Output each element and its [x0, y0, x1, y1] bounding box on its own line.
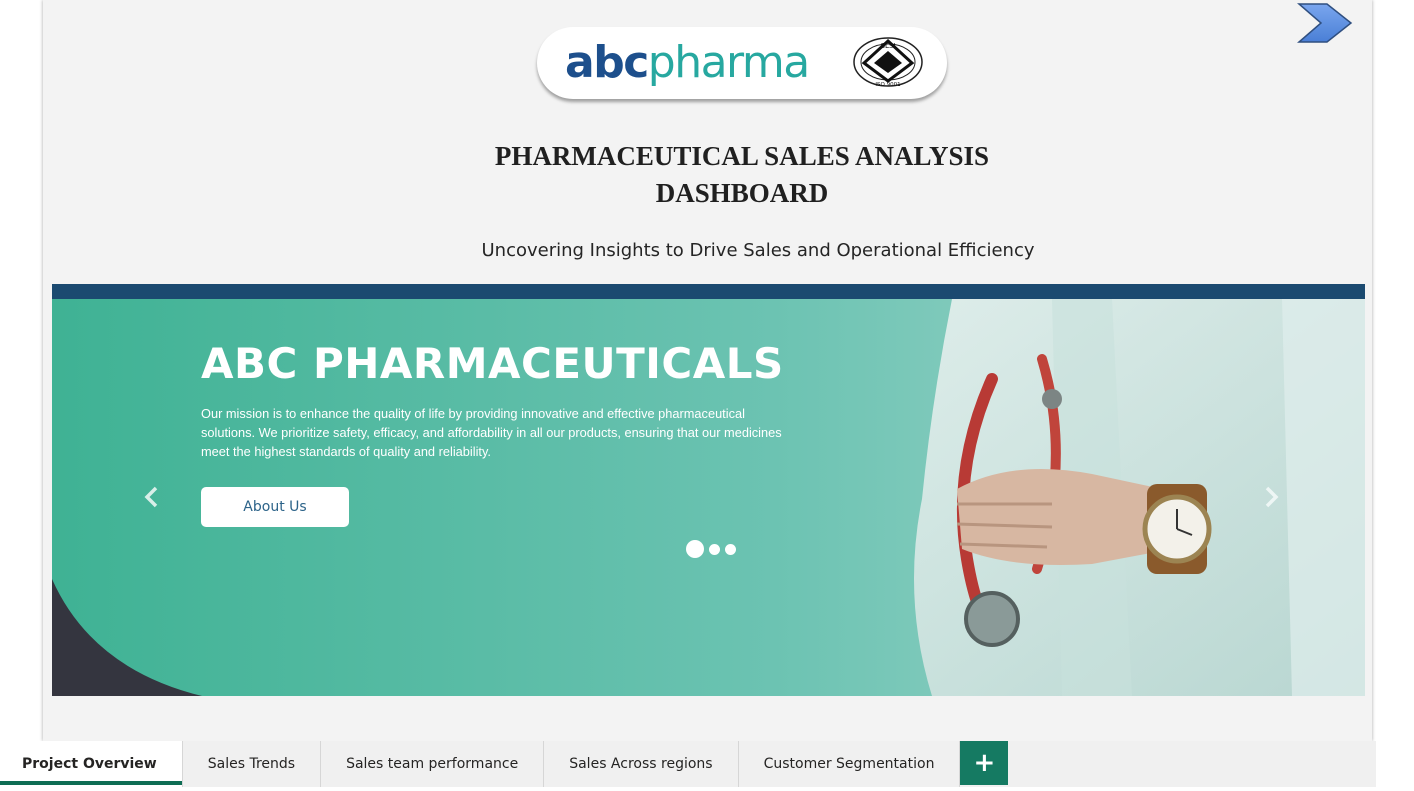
hero-banner: ABC PHARMACEUTICALS Our mission is to en…	[52, 284, 1365, 696]
logo-pharma-text: pharma	[647, 37, 810, 88]
tab-sales-team-performance[interactable]: Sales team performance	[321, 741, 545, 787]
title-line-2: DASHBOARD	[655, 178, 829, 208]
page-subtitle: Uncovering Insights to Drive Sales and O…	[481, 240, 1035, 261]
carousel-dot-2[interactable]	[709, 543, 720, 555]
title-line-1: PHARMACEUTICAL SALES ANALYSIS	[494, 141, 990, 171]
report-canvas: abcpharma SLSI ISO 9001 PHARMACEUTICAL S…	[0, 0, 1414, 791]
seal-text-top: SLSI	[881, 42, 896, 50]
carousel-dot-3[interactable]	[725, 543, 736, 555]
tab-project-overview[interactable]: Project Overview	[0, 741, 183, 787]
carousel-prev-chevron-left-icon[interactable]	[142, 484, 162, 510]
about-us-button[interactable]: About Us	[201, 487, 349, 527]
tab-sales-across-regions[interactable]: Sales Across regions	[544, 741, 739, 787]
carousel-dots	[686, 540, 736, 558]
tab-sales-trends[interactable]: Sales Trends	[182, 741, 322, 787]
carousel-next-chevron-right-icon[interactable]	[1261, 484, 1281, 510]
banner-heading: ABC PHARMACEUTICALS	[201, 339, 784, 388]
add-page-plus-icon[interactable]: +	[960, 741, 1009, 785]
logo-abc-text: abc	[565, 37, 649, 88]
page-tab-bar: Project Overview Sales Trends Sales team…	[0, 741, 1376, 787]
banner-top-bar	[52, 284, 1365, 299]
logo-wordmark: abcpharma	[565, 33, 810, 93]
seal-text-bottom: ISO 9001	[875, 82, 900, 88]
banner-mission-text: Our mission is to enhance the quality of…	[201, 406, 782, 459]
company-logo: abcpharma SLSI ISO 9001	[537, 27, 947, 99]
iso-certification-seal-icon: SLSI ISO 9001	[853, 37, 923, 88]
tab-customer-segmentation[interactable]: Customer Segmentation	[738, 741, 961, 787]
next-page-chevron-icon[interactable]	[1297, 2, 1353, 44]
tab-bar-bottom-divider	[0, 787, 1376, 791]
carousel-dot-1[interactable]	[686, 540, 704, 558]
page-title: PHARMACEUTICAL SALES ANALYSIS DASHBOARD	[440, 138, 1044, 212]
